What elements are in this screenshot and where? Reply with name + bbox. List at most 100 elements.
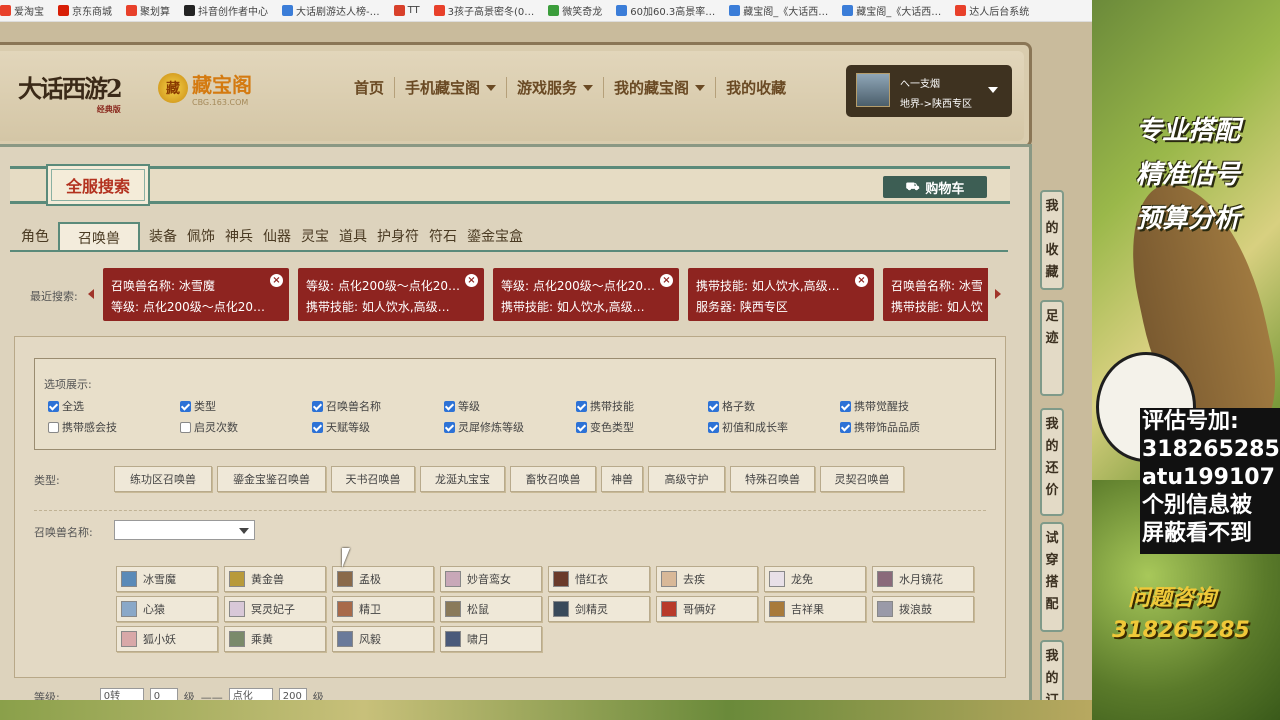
bookmark-item[interactable]: 藏宝阁_《大话西… (729, 3, 828, 18)
category-tab[interactable]: 护身符 (372, 222, 424, 252)
nav-item[interactable]: 我的藏宝阁 (604, 77, 717, 98)
bookmark-item[interactable]: 大话剧游达人榜-… (282, 3, 380, 18)
pet-option[interactable]: 啸月 (440, 626, 542, 652)
pet-option[interactable]: 风毅 (332, 626, 434, 652)
game-logo[interactable]: 大话西游2 经典版 (18, 69, 123, 115)
recent-search-card[interactable]: 召唤兽名称: 冰雪携带技能: 如人饮× (883, 268, 988, 321)
nav-item[interactable]: 首页 (354, 77, 396, 98)
pet-option[interactable]: 拨浪鼓 (872, 596, 974, 622)
recent-search-card[interactable]: 携带技能: 如人饮水,高级… 服务器: 陕西专区 × (688, 268, 874, 321)
pet-option[interactable]: 惜红衣 (548, 566, 650, 592)
category-tab[interactable]: 符石 (424, 222, 462, 252)
type-filter-button[interactable]: 畜牧召唤兽 (510, 466, 596, 492)
display-option-checkbox[interactable]: 召唤兽名称 (312, 398, 381, 414)
close-icon[interactable]: × (465, 274, 478, 287)
pet-option[interactable]: 龙免 (764, 566, 866, 592)
pet-avatar-icon (769, 601, 785, 617)
category-tab[interactable]: 佩饰 (182, 222, 220, 252)
bookmark-item[interactable]: 60加60.3高景率… (616, 3, 715, 18)
category-tab[interactable]: 角色 (16, 222, 54, 252)
display-option-checkbox[interactable]: 启灵次数 (180, 419, 238, 435)
category-tab[interactable]: 神兵 (220, 222, 258, 252)
arrow-left-icon[interactable] (88, 289, 94, 299)
display-option-checkbox[interactable]: 携带觉醒技 (840, 398, 909, 414)
bookmark-icon (126, 5, 137, 16)
type-filter-button[interactable]: 龙涎丸宝宝 (420, 466, 505, 492)
pet-option[interactable]: 黄金兽 (224, 566, 326, 592)
display-option-checkbox[interactable]: 格子数 (708, 398, 755, 414)
close-icon[interactable]: × (855, 274, 868, 287)
cbg-logo[interactable]: 藏 藏宝阁 CBG.163.COM (158, 69, 252, 107)
bookmark-item[interactable]: 微笑奇龙 (548, 3, 602, 18)
display-option-checkbox[interactable]: 全选 (48, 398, 84, 414)
display-option-checkbox[interactable]: 等级 (444, 398, 480, 414)
nav-item[interactable]: 手机藏宝阁 (395, 77, 508, 98)
pet-option[interactable]: 哥俩好 (656, 596, 758, 622)
nav-item[interactable]: 游戏服务 (507, 77, 605, 98)
category-tab[interactable]: 装备 (144, 222, 182, 252)
category-tab[interactable]: 鎏金宝盒 (462, 222, 528, 252)
pet-option[interactable]: 剑精灵 (548, 596, 650, 622)
category-tab[interactable]: 道具 (334, 222, 372, 252)
pet-option[interactable]: 冰雪魔 (116, 566, 218, 592)
display-option-checkbox[interactable]: 灵犀修炼等级 (444, 419, 524, 435)
pet-option[interactable]: 孟极 (332, 566, 434, 592)
type-filter-button[interactable]: 天书召唤兽 (331, 466, 415, 492)
pet-option[interactable]: 妙音鸾女 (440, 566, 542, 592)
type-filter-button[interactable]: 特殊召唤兽 (730, 466, 815, 492)
display-option-checkbox[interactable]: 携带感会技 (48, 419, 117, 435)
pet-option[interactable]: 去疾 (656, 566, 758, 592)
display-option-checkbox[interactable]: 类型 (180, 398, 216, 414)
pet-name-select[interactable] (114, 520, 255, 540)
display-option-checkbox[interactable]: 携带技能 (576, 398, 634, 414)
close-icon[interactable]: × (660, 274, 673, 287)
display-option-checkbox[interactable]: 变色类型 (576, 419, 634, 435)
type-filter-button[interactable]: 练功区召唤兽 (114, 466, 212, 492)
side-tab[interactable]: 试穿搭配 (1040, 522, 1064, 632)
display-option-label: 全选 (62, 400, 84, 413)
close-icon[interactable]: × (270, 274, 283, 287)
recent-search-line: 召唤兽名称: 冰雪 (891, 279, 983, 293)
side-tab[interactable]: 我的收藏 (1040, 190, 1064, 290)
recent-search-card[interactable]: 等级: 点化200级～点化20… 携带技能: 如人饮水,高级… × (493, 268, 679, 321)
cart-button[interactable]: ⛟ 购物车 (883, 176, 987, 198)
recent-search-card[interactable]: 召唤兽名称: 冰雪魔 等级: 点化200级～点化20… × (103, 268, 289, 321)
nav-item[interactable]: 我的收藏 (716, 77, 796, 98)
pet-option[interactable]: 精卫 (332, 596, 434, 622)
pet-option[interactable]: 松鼠 (440, 596, 542, 622)
bookmark-item[interactable]: 抖音创作者中心 (184, 3, 268, 18)
bookmark-item[interactable]: 聚划算 (126, 3, 170, 18)
type-filter-button[interactable]: 神兽 (601, 466, 643, 492)
pet-option[interactable]: 狐小妖 (116, 626, 218, 652)
pet-name: 龙免 (791, 573, 813, 586)
bookmark-item[interactable]: 达人后台系统 (955, 3, 1029, 18)
side-tab[interactable]: 足迹 (1040, 300, 1064, 396)
type-filter-button[interactable]: 高级守护 (648, 466, 725, 492)
display-option-checkbox[interactable]: 初值和成长率 (708, 419, 788, 435)
bookmark-item[interactable]: 藏宝阁_《大话西… (842, 3, 941, 18)
display-option-checkbox[interactable]: 天赋等级 (312, 419, 370, 435)
user-menu[interactable]: へ一支烟 地界->陕西专区 (846, 65, 1012, 117)
side-tab[interactable]: 我的还价 (1040, 408, 1064, 516)
display-option-label: 灵犀修炼等级 (458, 421, 524, 434)
pet-name: 剑精灵 (575, 603, 608, 616)
panel-title-bar (10, 166, 1010, 204)
pet-option[interactable]: 吉祥果 (764, 596, 866, 622)
category-tab[interactable]: 灵宝 (296, 222, 334, 252)
pet-option[interactable]: 冥灵妃子 (224, 596, 326, 622)
pet-option[interactable]: 水月镜花 (872, 566, 974, 592)
type-filter-button[interactable]: 鎏金宝鉴召唤兽 (217, 466, 326, 492)
bookmark-item[interactable]: TT (393, 5, 420, 16)
display-option-checkbox[interactable]: 携带饰品品质 (840, 419, 920, 435)
pet-option[interactable]: 乘黄 (224, 626, 326, 652)
bookmark-item[interactable]: 京东商城 (58, 3, 112, 18)
category-tab[interactable]: 召唤兽 (58, 222, 140, 252)
pet-option[interactable]: 心猿 (116, 596, 218, 622)
type-filter-button[interactable]: 灵契召唤兽 (820, 466, 904, 492)
pet-name: 黄金兽 (251, 573, 284, 586)
arrow-right-icon[interactable] (995, 289, 1001, 299)
recent-search-card[interactable]: 等级: 点化200级～点化20… 携带技能: 如人饮水,高级… × (298, 268, 484, 321)
bookmark-item[interactable]: 3孩子高景密冬(0… (433, 3, 534, 18)
category-tab[interactable]: 仙器 (258, 222, 296, 252)
bookmark-item[interactable]: 爱淘宝 (0, 3, 44, 18)
